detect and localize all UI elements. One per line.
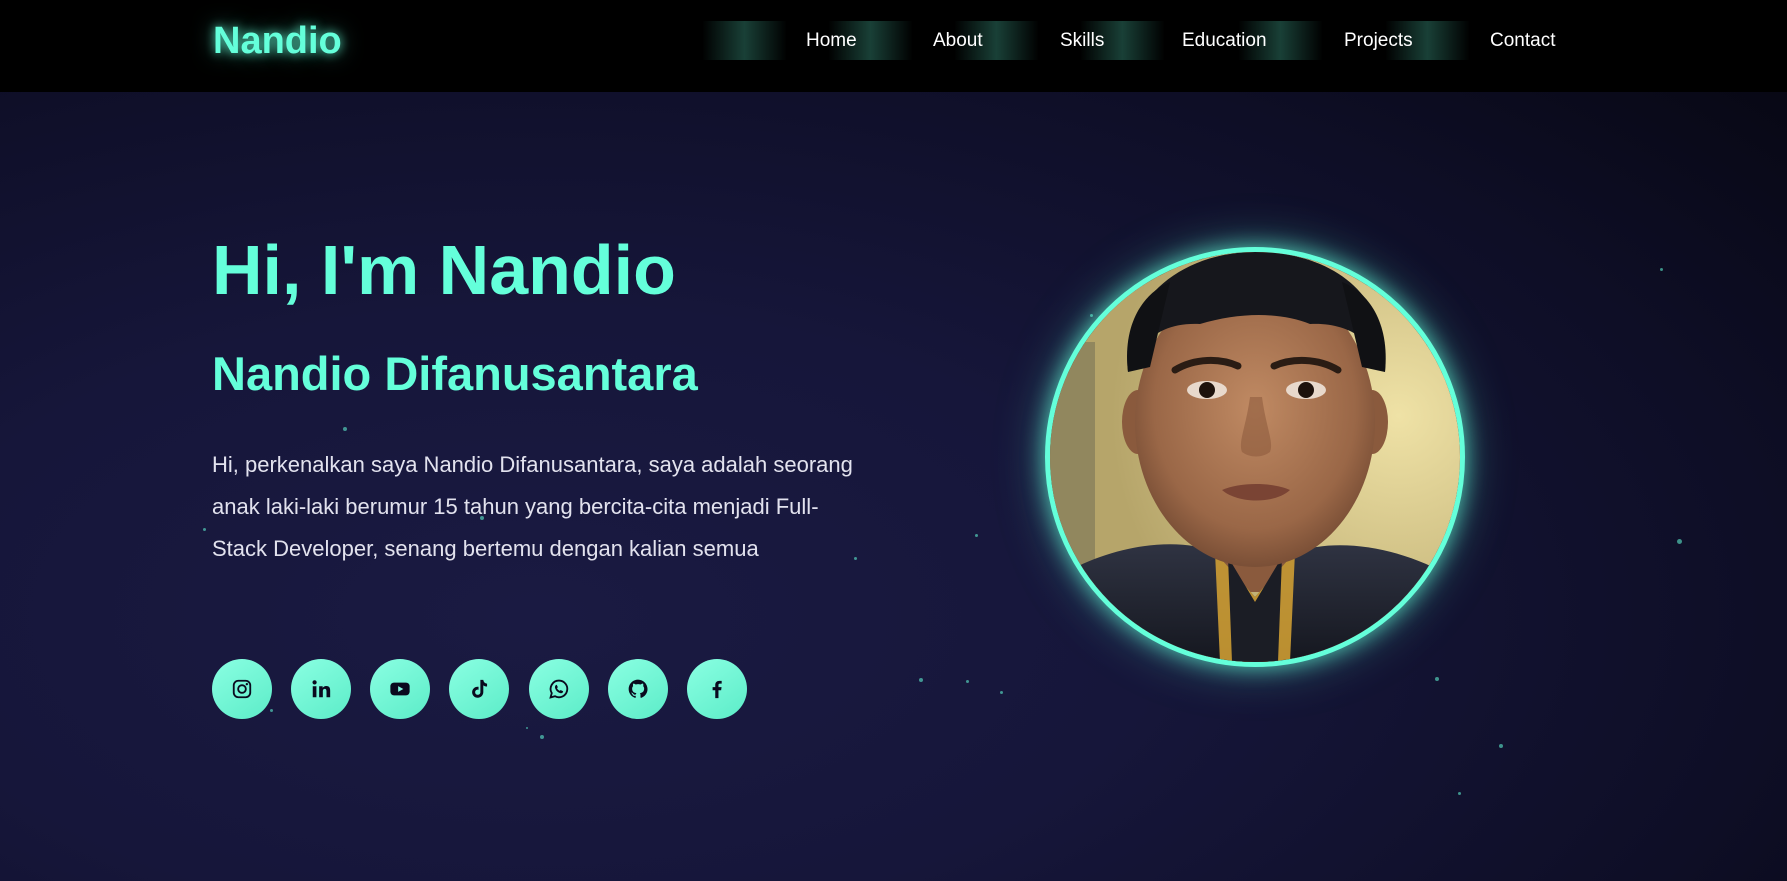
navbar: Nandio Home About Skills Education Proje… [0, 0, 1787, 92]
particle [1660, 268, 1663, 271]
facebook-button[interactable] [687, 659, 747, 719]
github-icon [628, 679, 648, 698]
nav-link-education[interactable]: Education [1182, 28, 1267, 54]
nav-link-projects[interactable]: Projects [1344, 28, 1413, 54]
social-links [212, 659, 772, 719]
tiktok-button[interactable] [449, 659, 509, 719]
instagram-button[interactable] [212, 659, 272, 719]
hero-bio: Hi, perkenalkan saya Nandio Difanusantar… [212, 452, 853, 561]
whatsapp-button[interactable] [529, 659, 589, 719]
profile-portrait-image [1050, 252, 1460, 662]
hero-section: Hi, I'm Nandio Nandio Difanusantara Hi, … [0, 92, 1787, 881]
particle [1435, 677, 1439, 681]
linkedin-button[interactable] [291, 659, 351, 719]
particle [1000, 691, 1003, 694]
github-button[interactable] [608, 659, 668, 719]
youtube-icon [390, 682, 410, 696]
particle [966, 680, 969, 683]
nav-glow [702, 21, 787, 60]
instagram-icon [232, 679, 252, 699]
nav-link-contact[interactable]: Contact [1490, 28, 1555, 54]
youtube-button[interactable] [370, 659, 430, 719]
tiktok-icon [472, 679, 488, 698]
profile-photo [1045, 247, 1465, 667]
linkedin-icon [312, 680, 331, 698]
particle [203, 528, 206, 531]
particle [1499, 744, 1503, 748]
hero-greeting: Hi, I'm Nandio [212, 231, 676, 309]
nav-links: Home About Skills Education Projects Con… [0, 0, 1787, 92]
particle [1090, 314, 1093, 317]
nav-link-about[interactable]: About [933, 28, 983, 54]
facebook-icon [712, 680, 722, 699]
particle [343, 427, 347, 431]
particle [1677, 539, 1682, 544]
particle [526, 727, 528, 729]
particle [975, 534, 978, 537]
whatsapp-icon [549, 679, 569, 699]
particle [1458, 792, 1461, 795]
nav-link-home[interactable]: Home [806, 28, 857, 54]
particle [919, 678, 923, 682]
hero-fullname: Nandio Difanusantara [212, 347, 698, 400]
nav-link-skills[interactable]: Skills [1060, 28, 1104, 54]
particle [540, 735, 544, 739]
